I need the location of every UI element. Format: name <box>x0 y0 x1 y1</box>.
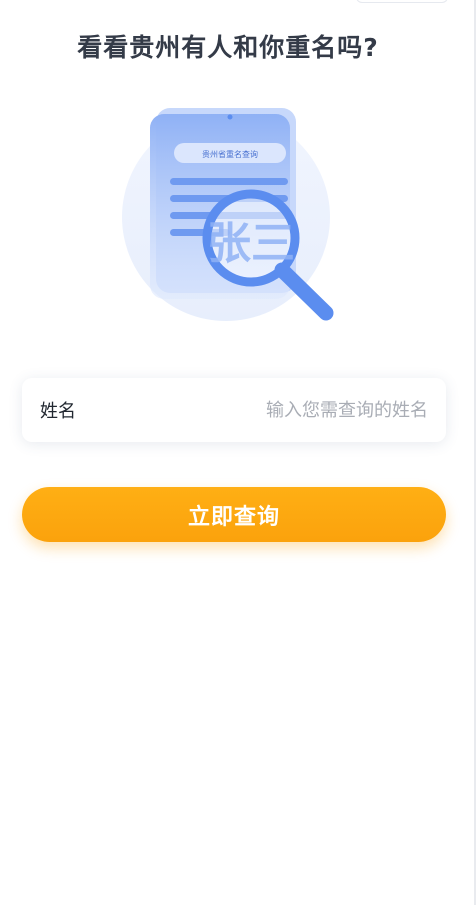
illustration-graphic: 贵州省重名查询 张三 <box>122 108 334 321</box>
query-button[interactable]: 立即查询 <box>22 487 446 542</box>
doc-title-text: 贵州省重名查询 <box>202 149 258 159</box>
illustration: 贵州省重名查询 张三 <box>118 100 348 335</box>
name-field-card: 姓名 <box>22 378 446 442</box>
name-field-label: 姓名 <box>40 401 76 422</box>
page-title: 看看贵州有人和你重名吗? <box>77 33 379 62</box>
top-corner-tab <box>356 0 448 3</box>
name-input[interactable] <box>76 399 428 421</box>
sample-name-text: 张三 <box>207 218 295 269</box>
